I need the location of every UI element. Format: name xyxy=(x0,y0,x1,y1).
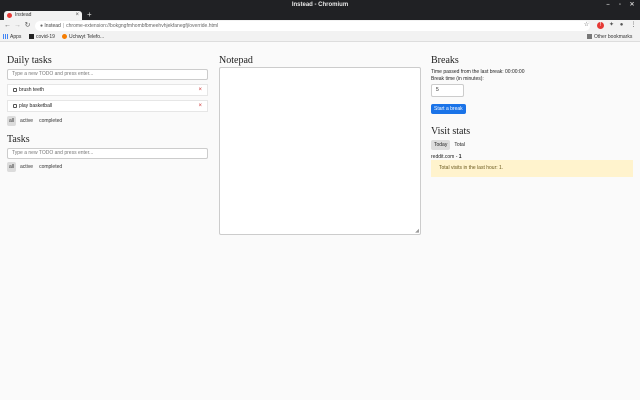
todo-checkbox[interactable] xyxy=(13,87,17,92)
address-bar[interactable]: ● Instead | chrome-extension://bokgngfmhom… xyxy=(35,21,590,31)
daily-tasks-title: Daily tasks xyxy=(7,55,52,66)
filter-completed[interactable]: completed xyxy=(37,116,64,126)
back-icon[interactable]: ← xyxy=(3,21,12,31)
notepad-title: Notepad xyxy=(219,55,253,66)
break-time-input[interactable]: 5 xyxy=(431,84,464,97)
menu-kebab-icon[interactable]: ⋮ xyxy=(630,22,637,29)
browser-toolbar: ← → ↻ ● Instead | chrome-extension://bokgn… xyxy=(0,20,640,32)
extensions-puzzle-icon[interactable]: ✦ xyxy=(608,22,615,29)
folder-icon xyxy=(587,34,592,40)
minimize-icon[interactable]: – xyxy=(605,2,611,8)
visits-notice: Total visits in the last hour: 1. xyxy=(431,160,633,177)
extension-icon[interactable]: ! xyxy=(597,22,604,29)
window-title: Instead - Chromium xyxy=(291,2,349,8)
tab-label: Instead xyxy=(15,12,32,18)
apps-grid-icon xyxy=(3,34,8,40)
reload-icon[interactable]: ↻ xyxy=(23,21,32,31)
filter-all[interactable]: all xyxy=(7,162,17,172)
filter-all[interactable]: all xyxy=(7,116,17,126)
breaks-title: Breaks xyxy=(431,55,459,66)
bookmark-favicon-icon xyxy=(29,34,34,40)
window-titlebar: Instead - Chromium – ▫ ✕ xyxy=(0,0,640,10)
bookmarks-bar: Apps covid-19 Uchwyt Telefo... Other boo… xyxy=(0,32,640,42)
other-bookmarks[interactable]: Other bookmarks xyxy=(587,32,632,42)
forward-icon[interactable]: → xyxy=(13,21,22,31)
profile-avatar[interactable]: ● xyxy=(618,22,625,29)
notepad-section: Notepad xyxy=(219,55,253,66)
resize-grip-icon[interactable]: ◢ xyxy=(415,228,419,234)
omnibox-site: Instead xyxy=(44,23,61,29)
daily-todo-list: brush teeth × play basketball × xyxy=(7,84,208,112)
notepad-textarea[interactable]: ◢ xyxy=(219,67,421,235)
breaks-section: Breaks Time passed from the last break: … xyxy=(431,55,524,160)
new-tab-icon[interactable]: + xyxy=(87,10,92,20)
tab-total[interactable]: Total xyxy=(451,140,468,150)
bookmark-favicon-icon xyxy=(62,34,67,40)
maximize-icon[interactable]: ▫ xyxy=(617,2,623,8)
start-break-button[interactable]: Start a break xyxy=(431,104,466,114)
close-tab-icon[interactable]: × xyxy=(75,11,79,20)
tab-instead[interactable]: Instead × xyxy=(4,11,82,20)
bookmark-uchwyt[interactable]: Uchwyt Telefo... xyxy=(62,32,104,42)
stats-tabs: Today Total xyxy=(431,140,524,150)
visit-stats-title: Visit stats xyxy=(431,126,471,137)
site-icon: ● xyxy=(40,23,44,29)
tasks-filters: all active completed xyxy=(7,162,208,172)
tasks-title: Tasks xyxy=(7,134,30,145)
bookmark-apps[interactable]: Apps xyxy=(3,32,21,42)
todo-item[interactable]: brush teeth × xyxy=(7,84,208,96)
filter-active[interactable]: active xyxy=(18,162,35,172)
todo-label: play basketball xyxy=(19,103,53,109)
tab-strip: Instead × + xyxy=(0,10,640,20)
filter-completed[interactable]: completed xyxy=(37,162,64,172)
omnibox-url: chrome-extension://bokgngfmhombfbmeehvhj… xyxy=(66,23,219,29)
daily-todo-input[interactable]: Type a new TODO and press enter... xyxy=(7,69,208,80)
todo-checkbox[interactable] xyxy=(13,103,17,108)
todo-label: brush teeth xyxy=(19,87,45,93)
break-time-label: Break time (in minutes): xyxy=(431,76,484,82)
close-window-icon[interactable]: ✕ xyxy=(629,2,635,8)
time-since-break: Time passed from the last break: 00:00:0… xyxy=(431,69,525,75)
tab-today[interactable]: Today xyxy=(431,140,451,150)
todo-column: Daily tasks Type a new TODO and press en… xyxy=(7,55,208,172)
bookmark-covid[interactable]: covid-19 xyxy=(29,32,55,42)
filter-active[interactable]: active xyxy=(18,116,35,126)
instead-favicon-icon xyxy=(7,13,12,18)
delete-icon[interactable]: × xyxy=(198,85,202,96)
bookmark-star-icon[interactable]: ☆ xyxy=(583,22,590,29)
daily-filters: all active completed xyxy=(7,116,208,126)
tasks-todo-input[interactable]: Type a new TODO and press enter... xyxy=(7,148,208,159)
todo-item[interactable]: play basketball × xyxy=(7,100,208,112)
delete-icon[interactable]: × xyxy=(198,101,202,112)
